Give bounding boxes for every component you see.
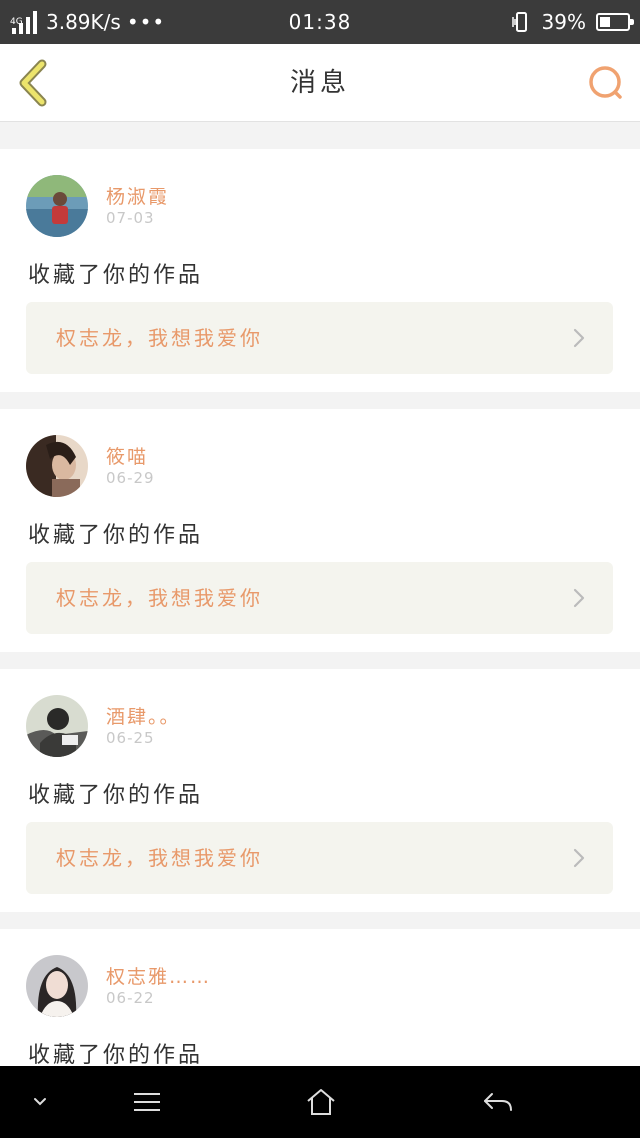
- back-arrow-icon: [484, 1093, 512, 1111]
- message-date: 07-03: [106, 209, 155, 227]
- search-button[interactable]: [586, 63, 626, 103]
- message-action: 收藏了你的作品: [28, 783, 204, 808]
- message-action: 收藏了你的作品: [28, 263, 204, 288]
- work-title: 权志龙，我想我爱你: [56, 586, 263, 610]
- title-bar: 消息: [0, 44, 640, 122]
- user-name[interactable]: 杨淑霞: [106, 182, 169, 209]
- chevron-right-icon: [573, 848, 585, 868]
- avatar[interactable]: [26, 955, 88, 1017]
- message-action: 收藏了你的作品: [28, 523, 204, 548]
- home-icon: [307, 1089, 335, 1115]
- work-link[interactable]: 权志龙，我想我爱你: [26, 562, 613, 634]
- message-item[interactable]: 筱喵 06-29 收藏了你的作品 权志龙，我想我爱你: [0, 409, 640, 652]
- user-name[interactable]: 筱喵: [106, 442, 148, 469]
- message-item[interactable]: 权志雅…… 06-22 收藏了你的作品: [0, 929, 640, 1066]
- battery-icon: [596, 13, 634, 31]
- work-link[interactable]: 权志龙，我想我爱你: [26, 822, 613, 894]
- message-date: 06-22: [106, 989, 155, 1007]
- chevron-right-icon: [573, 588, 585, 608]
- avatar[interactable]: [26, 175, 88, 237]
- home-button[interactable]: [297, 1084, 345, 1120]
- status-bar: 4G 3.89K/s ••• 01:38 39%: [0, 0, 640, 44]
- chevron-right-icon: [573, 328, 585, 348]
- menu-icon: [134, 1093, 160, 1111]
- battery-percent: 39%: [541, 10, 586, 34]
- menu-button[interactable]: [123, 1084, 171, 1120]
- user-name[interactable]: 酒肆。。: [106, 702, 181, 729]
- avatar[interactable]: [26, 435, 88, 497]
- message-list[interactable]: 杨淑霞 07-03 收藏了你的作品 权志龙，我想我爱你 筱喵 06-29 收藏了…: [0, 123, 640, 1066]
- chevron-down-icon: [34, 1098, 46, 1106]
- vibrate-icon: [510, 11, 532, 33]
- system-nav-bar: [0, 1066, 640, 1138]
- message-action: 收藏了你的作品: [28, 1043, 204, 1066]
- message-item[interactable]: 酒肆。。 06-25 收藏了你的作品 权志龙，我想我爱你: [0, 669, 640, 912]
- work-title: 权志龙，我想我爱你: [56, 326, 263, 350]
- message-item[interactable]: 杨淑霞 07-03 收藏了你的作品 权志龙，我想我爱你: [0, 149, 640, 392]
- collapse-button[interactable]: [16, 1084, 64, 1120]
- avatar[interactable]: [26, 695, 88, 757]
- search-icon: [589, 66, 622, 99]
- work-title: 权志龙，我想我爱你: [56, 846, 263, 870]
- message-date: 06-25: [106, 729, 155, 747]
- work-link[interactable]: 权志龙，我想我爱你: [26, 302, 613, 374]
- message-date: 06-29: [106, 469, 155, 487]
- back-nav-button[interactable]: [474, 1084, 522, 1120]
- user-name[interactable]: 权志雅……: [106, 962, 211, 989]
- page-title: 消息: [289, 68, 350, 98]
- status-right: 39%: [510, 0, 634, 44]
